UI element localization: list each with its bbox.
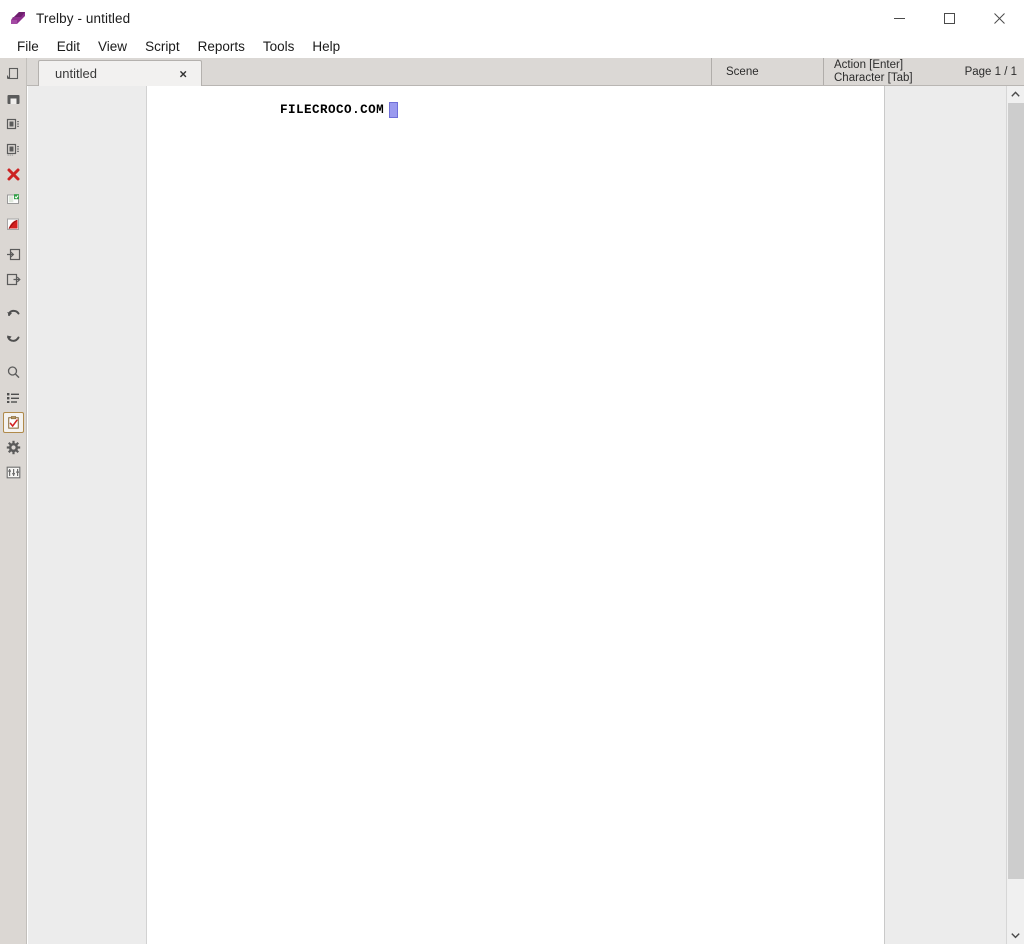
text-caret — [389, 102, 399, 118]
script-settings-button[interactable] — [3, 462, 24, 483]
pdf-export-icon — [7, 218, 19, 230]
scrollbar-thumb[interactable] — [1008, 103, 1024, 879]
undo-button[interactable] — [3, 303, 24, 324]
title-bar: Trelby - untitled — [0, 0, 1024, 36]
scroll-up-icon[interactable] — [1007, 86, 1024, 103]
trelby-window: Trelby - untitled File Edit View Script … — [0, 0, 1024, 944]
key-hints: Action [Enter] Character [Tab] — [823, 58, 953, 85]
red-x-icon — [7, 168, 20, 181]
menu-item-help[interactable]: Help — [303, 38, 349, 56]
close-script-button[interactable] — [3, 164, 24, 185]
tab-untitled[interactable]: untitled × — [38, 60, 202, 86]
save-as-icon — [6, 143, 19, 156]
open-script-button[interactable] — [3, 89, 24, 110]
tab-close-icon[interactable]: × — [179, 67, 187, 80]
menu-item-file[interactable]: File — [8, 38, 48, 56]
settings-button[interactable] — [3, 437, 24, 458]
export-pdf-button[interactable] — [3, 214, 24, 235]
panel-settings-icon — [6, 466, 21, 479]
save-as-button[interactable] — [3, 139, 24, 160]
new-document-icon — [7, 67, 19, 80]
name-database-button[interactable] — [3, 387, 24, 408]
script-page[interactable]: FILECROCO.COM — [146, 86, 885, 944]
close-icon[interactable] — [974, 0, 1024, 36]
minimize-icon[interactable] — [874, 0, 924, 36]
window-controls — [874, 0, 1024, 36]
export-arrow-icon — [6, 273, 21, 286]
save-icon — [6, 118, 19, 130]
trelby-logo-icon — [8, 8, 28, 28]
import-button[interactable] — [3, 244, 24, 265]
menu-bar: File Edit View Script Reports Tools Help — [0, 36, 1024, 58]
scroll-down-icon[interactable] — [1007, 927, 1024, 944]
left-toolbar — [0, 58, 27, 944]
menu-item-tools[interactable]: Tools — [254, 38, 304, 56]
script-line[interactable]: FILECROCO.COM — [280, 102, 399, 118]
menu-item-edit[interactable]: Edit — [48, 38, 89, 56]
magnifier-icon — [7, 366, 20, 379]
gear-icon — [6, 440, 21, 455]
key-hint-action: Action [Enter] — [834, 59, 904, 71]
html-export-icon — [7, 194, 19, 204]
find-button[interactable] — [3, 362, 24, 383]
save-script-button[interactable] — [3, 114, 24, 135]
menu-item-reports[interactable]: Reports — [189, 38, 254, 56]
redo-button[interactable] — [3, 328, 24, 349]
script-text: FILECROCO.COM — [280, 103, 385, 117]
menu-item-script[interactable]: Script — [136, 38, 189, 56]
menu-item-view[interactable]: View — [89, 38, 136, 56]
spell-check-button[interactable] — [3, 412, 24, 433]
vertical-scrollbar[interactable] — [1006, 86, 1024, 944]
tab-label: untitled — [55, 66, 97, 81]
folder-open-icon — [7, 95, 20, 104]
redo-arrow-icon — [7, 335, 20, 342]
clipboard-check-icon — [8, 416, 19, 429]
tab-bar: untitled × Scene Action [Enter] Characte… — [27, 58, 1024, 86]
export-html-button[interactable] — [3, 189, 24, 210]
key-hint-character: Character [Tab] — [834, 71, 913, 84]
page-indicator: Page 1 / 1 — [964, 65, 1017, 78]
maximize-icon[interactable] — [924, 0, 974, 36]
window-title: Trelby - untitled — [36, 10, 131, 26]
import-arrow-icon — [7, 248, 21, 261]
editor-area[interactable]: FILECROCO.COM — [28, 86, 1006, 944]
list-icon — [7, 393, 19, 403]
new-script-button[interactable] — [3, 64, 24, 85]
export-button[interactable] — [3, 269, 24, 290]
element-type-indicator: Scene — [711, 58, 823, 85]
undo-arrow-icon — [7, 309, 20, 316]
